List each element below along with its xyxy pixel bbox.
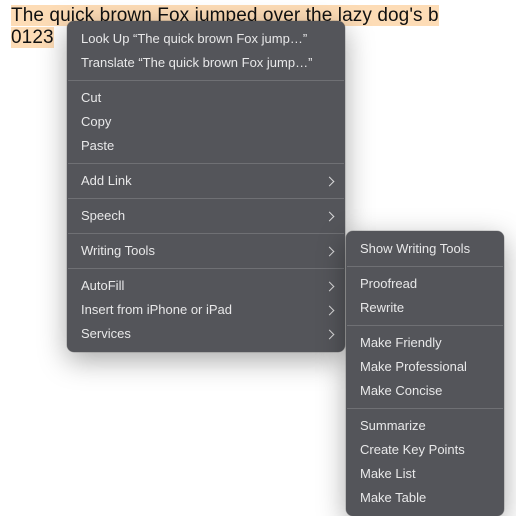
menu-item-label: Make List (360, 466, 416, 482)
submenu-item-summarize[interactable]: Summarize (346, 414, 504, 438)
submenu-item-create-key-points[interactable]: Create Key Points (346, 438, 504, 462)
menu-item-speech[interactable]: Speech (67, 204, 345, 228)
submenu-item-make-professional[interactable]: Make Professional (346, 355, 504, 379)
menu-item-label: Make Table (360, 490, 426, 506)
menu-item-label: Paste (81, 138, 114, 154)
menu-item-label: Add Link (81, 173, 132, 189)
menu-separator (68, 233, 344, 234)
menu-item-label: Cut (81, 90, 101, 106)
chevron-right-icon (325, 329, 335, 339)
menu-item-look-up[interactable]: Look Up “The quick brown Fox jump…” (67, 27, 345, 51)
menu-item-services[interactable]: Services (67, 322, 345, 346)
menu-item-cut[interactable]: Cut (67, 86, 345, 110)
chevron-right-icon (325, 176, 335, 186)
menu-item-label: Translate “The quick brown Fox jump…” (81, 55, 312, 71)
menu-separator (347, 325, 503, 326)
text-line-2[interactable]: 0123 (11, 27, 54, 48)
menu-separator (68, 268, 344, 269)
menu-item-label: Writing Tools (81, 243, 155, 259)
chevron-right-icon (325, 281, 335, 291)
menu-item-insert-from-device[interactable]: Insert from iPhone or iPad (67, 298, 345, 322)
submenu-item-make-concise[interactable]: Make Concise (346, 379, 504, 403)
chevron-right-icon (325, 305, 335, 315)
context-menu: Look Up “The quick brown Fox jump…” Tran… (67, 21, 345, 352)
menu-item-label: Rewrite (360, 300, 404, 316)
chevron-right-icon (325, 211, 335, 221)
menu-item-label: Look Up “The quick brown Fox jump…” (81, 31, 307, 47)
menu-separator (68, 163, 344, 164)
menu-item-label: Create Key Points (360, 442, 465, 458)
menu-item-autofill[interactable]: AutoFill (67, 274, 345, 298)
submenu-item-show-writing-tools[interactable]: Show Writing Tools (346, 237, 504, 261)
submenu-item-rewrite[interactable]: Rewrite (346, 296, 504, 320)
menu-item-label: AutoFill (81, 278, 124, 294)
menu-item-label: Copy (81, 114, 111, 130)
menu-item-label: Insert from iPhone or iPad (81, 302, 232, 318)
writing-tools-submenu: Show Writing Tools Proofread Rewrite Mak… (346, 231, 504, 516)
menu-item-label: Show Writing Tools (360, 241, 470, 257)
menu-item-add-link[interactable]: Add Link (67, 169, 345, 193)
menu-item-label: Services (81, 326, 131, 342)
menu-item-label: Make Friendly (360, 335, 442, 351)
menu-item-label: Make Professional (360, 359, 467, 375)
menu-item-writing-tools[interactable]: Writing Tools (67, 239, 345, 263)
submenu-item-make-table[interactable]: Make Table (346, 486, 504, 510)
menu-separator (347, 266, 503, 267)
menu-item-label: Speech (81, 208, 125, 224)
submenu-item-proofread[interactable]: Proofread (346, 272, 504, 296)
menu-item-translate[interactable]: Translate “The quick brown Fox jump…” (67, 51, 345, 75)
menu-separator (68, 198, 344, 199)
menu-item-label: Make Concise (360, 383, 442, 399)
menu-separator (347, 408, 503, 409)
submenu-item-make-friendly[interactable]: Make Friendly (346, 331, 504, 355)
chevron-right-icon (325, 246, 335, 256)
menu-separator (68, 80, 344, 81)
menu-item-paste[interactable]: Paste (67, 134, 345, 158)
menu-item-copy[interactable]: Copy (67, 110, 345, 134)
menu-item-label: Proofread (360, 276, 417, 292)
menu-item-label: Summarize (360, 418, 426, 434)
submenu-item-make-list[interactable]: Make List (346, 462, 504, 486)
